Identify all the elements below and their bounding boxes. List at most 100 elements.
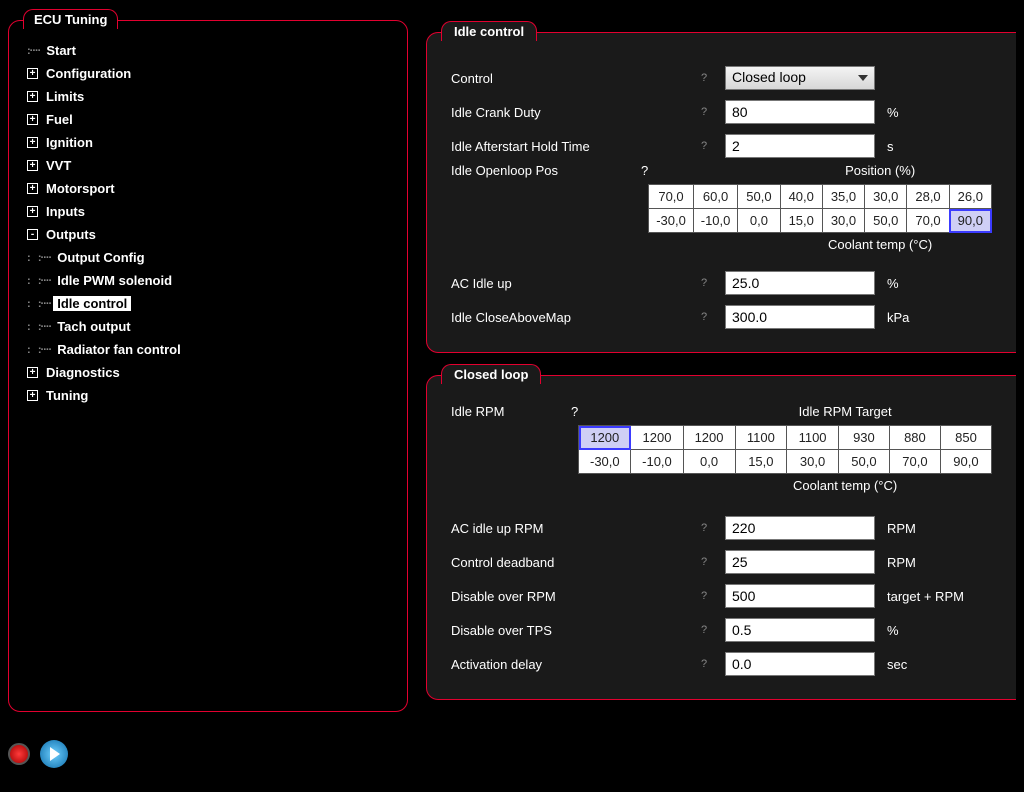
help-icon[interactable]: ? (701, 590, 725, 602)
control-value: Closed loop (732, 69, 806, 85)
help-icon[interactable]: ? (701, 72, 725, 84)
deadband-input[interactable] (725, 550, 875, 574)
expand-icon[interactable]: + (27, 91, 38, 102)
table-cell[interactable]: -10,0 (693, 209, 738, 233)
table-cell[interactable]: 70,0 (649, 185, 694, 209)
table-cell[interactable]: 0,0 (738, 209, 780, 233)
table-cell-selected[interactable]: 90,0 (949, 209, 991, 233)
tree-limits[interactable]: Limits (42, 89, 88, 104)
help-icon[interactable]: ? (701, 658, 725, 670)
idle-control-group: Idle control Control ? Closed loop Idle … (426, 32, 1016, 353)
tree-configuration[interactable]: Configuration (42, 66, 135, 81)
expand-icon[interactable]: + (27, 183, 38, 194)
idle-rpm-axis: Coolant temp (°C) (698, 478, 992, 493)
table-cell[interactable]: 1200 (683, 426, 735, 450)
tree-radiator-fan[interactable]: Radiator fan control (53, 342, 185, 357)
idle-rpm-table[interactable]: 1200 1200 1200 1100 1100 930 880 850 -30… (578, 425, 992, 474)
tree-outputs[interactable]: Outputs (42, 227, 100, 242)
disable-rpm-unit: target + RPM (887, 589, 964, 604)
disable-rpm-input[interactable] (725, 584, 875, 608)
help-icon[interactable]: ? (571, 404, 578, 419)
openloop-table-title: Position (%) (768, 163, 992, 178)
tree-motorsport[interactable]: Motorsport (42, 181, 119, 196)
record-button[interactable] (8, 743, 30, 765)
tree-tuning[interactable]: Tuning (42, 388, 92, 403)
help-icon[interactable]: ? (701, 311, 725, 323)
play-button[interactable] (40, 740, 68, 768)
tree-idle-pwm[interactable]: Idle PWM solenoid (53, 273, 176, 288)
help-icon[interactable]: ? (701, 140, 725, 152)
tree-start[interactable]: Start (42, 43, 80, 58)
table-cell[interactable]: -30,0 (579, 450, 631, 474)
control-label: Control (451, 71, 701, 86)
expand-icon[interactable]: + (27, 160, 38, 171)
tree-output-config[interactable]: Output Config (53, 250, 148, 265)
help-icon[interactable]: ? (701, 556, 725, 568)
closeabove-input[interactable] (725, 305, 875, 329)
closed-loop-group: Closed loop Idle RPM ? Idle RPM Target 1… (426, 375, 1016, 700)
expand-icon[interactable]: + (27, 114, 38, 125)
idle-control-title: Idle control (441, 21, 537, 41)
table-cell[interactable]: 28,0 (907, 185, 949, 209)
idle-rpm-table-title: Idle RPM Target (698, 404, 992, 419)
table-cell[interactable]: 60,0 (693, 185, 738, 209)
deadband-label: Control deadband (451, 555, 701, 570)
tree-idle-control[interactable]: Idle control (53, 296, 131, 311)
ac-rpm-input[interactable] (725, 516, 875, 540)
closeabove-label: Idle CloseAboveMap (451, 310, 701, 325)
tree-fuel[interactable]: Fuel (42, 112, 77, 127)
tree-vvt[interactable]: VVT (42, 158, 75, 173)
table-cell[interactable]: 40,0 (780, 185, 822, 209)
table-cell[interactable]: 26,0 (949, 185, 991, 209)
table-cell[interactable]: 1100 (787, 426, 839, 450)
table-cell[interactable]: 70,0 (907, 209, 949, 233)
table-cell-selected[interactable]: 1200 (579, 426, 631, 450)
help-icon[interactable]: ? (701, 624, 725, 636)
table-cell[interactable]: 70,0 (889, 450, 940, 474)
table-cell[interactable]: 1200 (631, 426, 683, 450)
table-cell[interactable]: -10,0 (631, 450, 683, 474)
table-cell[interactable]: 90,0 (940, 450, 991, 474)
expand-icon[interactable]: + (27, 206, 38, 217)
collapse-icon[interactable]: - (27, 229, 38, 240)
ac-idle-unit: % (887, 276, 899, 291)
table-cell[interactable]: 35,0 (822, 185, 864, 209)
disable-tps-unit: % (887, 623, 899, 638)
table-cell[interactable]: 880 (889, 426, 940, 450)
act-delay-input[interactable] (725, 652, 875, 676)
expand-icon[interactable]: + (27, 137, 38, 148)
table-cell[interactable]: 30,0 (865, 185, 907, 209)
table-cell[interactable]: 850 (940, 426, 991, 450)
ac-rpm-label: AC idle up RPM (451, 521, 701, 536)
openloop-table[interactable]: 70,0 60,0 50,0 40,0 35,0 30,0 28,0 26,0 … (648, 184, 992, 233)
table-cell[interactable]: 30,0 (822, 209, 864, 233)
crank-input[interactable] (725, 100, 875, 124)
help-icon[interactable]: ? (701, 277, 725, 289)
table-cell[interactable]: 930 (838, 426, 889, 450)
tree-ignition[interactable]: Ignition (42, 135, 97, 150)
table-cell[interactable]: -30,0 (649, 209, 694, 233)
expand-icon[interactable]: + (27, 367, 38, 378)
table-cell[interactable]: 15,0 (735, 450, 787, 474)
expand-icon[interactable]: + (27, 390, 38, 401)
help-icon[interactable]: ? (701, 522, 725, 534)
disable-tps-input[interactable] (725, 618, 875, 642)
tree-tach-output[interactable]: Tach output (53, 319, 134, 334)
table-cell[interactable]: 30,0 (787, 450, 839, 474)
tree-inputs[interactable]: Inputs (42, 204, 89, 219)
afterstart-input[interactable] (725, 134, 875, 158)
help-icon[interactable]: ? (641, 163, 648, 178)
table-cell[interactable]: 1100 (735, 426, 787, 450)
table-cell[interactable]: 0,0 (683, 450, 735, 474)
tree-title: ECU Tuning (23, 9, 118, 29)
disable-tps-label: Disable over TPS (451, 623, 701, 638)
table-cell[interactable]: 50,0 (865, 209, 907, 233)
ac-idle-input[interactable] (725, 271, 875, 295)
table-cell[interactable]: 50,0 (738, 185, 780, 209)
table-cell[interactable]: 15,0 (780, 209, 822, 233)
table-cell[interactable]: 50,0 (838, 450, 889, 474)
control-select[interactable]: Closed loop (725, 66, 875, 90)
tree-diagnostics[interactable]: Diagnostics (42, 365, 124, 380)
help-icon[interactable]: ? (701, 106, 725, 118)
expand-icon[interactable]: + (27, 68, 38, 79)
